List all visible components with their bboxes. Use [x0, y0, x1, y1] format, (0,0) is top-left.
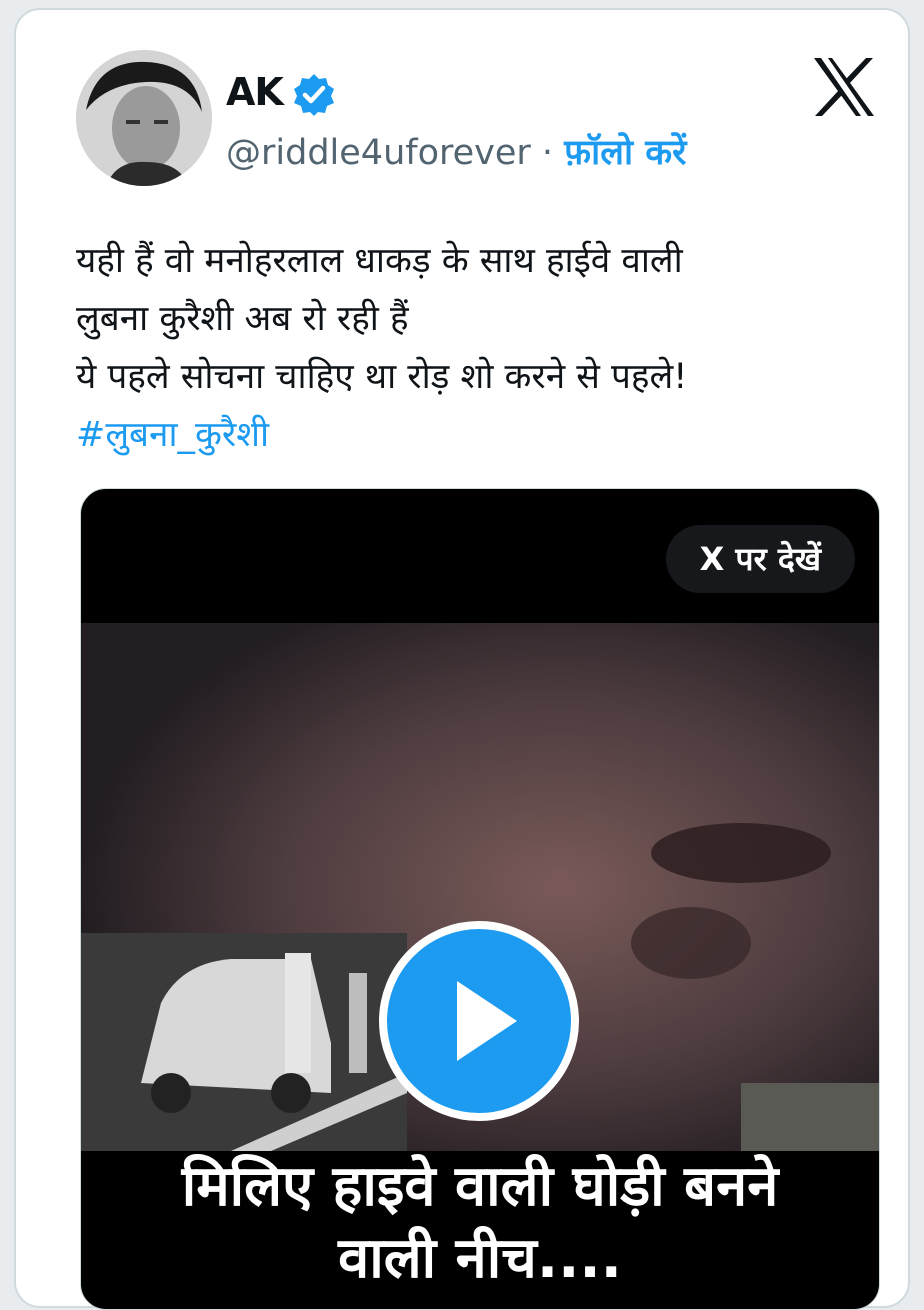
- avatar-photo: [76, 50, 212, 186]
- separator-dot: ·: [530, 133, 565, 173]
- tweet-text-line: ये पहले सोचना चाहिए था रोड़ शो करने से प…: [76, 357, 688, 397]
- author-handle-row: @riddle4uforever · फ़ॉलो करें: [226, 128, 686, 175]
- tweet-text-line: यही हैं वो मनोहरलाल धाकड़ के साथ हाईवे व…: [76, 241, 683, 281]
- play-button[interactable]: [379, 921, 579, 1121]
- video-thumbnail[interactable]: [81, 623, 879, 1151]
- tweet-card: AK @riddle4uforever · फ़ॉलो करें यही हैं…: [14, 8, 910, 1310]
- tweet-text: यही हैं वो मनोहरलाल धाकड़ के साथ हाईवे व…: [76, 232, 876, 464]
- follow-button[interactable]: फ़ॉलो करें: [564, 133, 686, 173]
- author-name[interactable]: AK: [226, 70, 284, 114]
- verified-badge-icon: [294, 74, 334, 116]
- caption-line: मिलिए हाइवे वाली घोड़ी बनने: [181, 1154, 779, 1219]
- hashtag-link[interactable]: #लुबना_कुरैशी: [76, 406, 876, 464]
- video-media[interactable]: X पर देखें मिलिए हाइवे वाली घोड़ी बनने व…: [80, 488, 880, 1310]
- tweet-text-line: लुबना कुरैशी अब रो रही हैं: [76, 299, 409, 339]
- video-caption: मिलिए हाइवे वाली घोड़ी बनने वाली नीच....: [81, 1151, 879, 1295]
- x-logo-icon[interactable]: [812, 56, 876, 118]
- play-icon: [457, 981, 517, 1061]
- watch-on-x-button[interactable]: X पर देखें: [665, 525, 855, 593]
- author-avatar[interactable]: [76, 50, 212, 186]
- author-handle[interactable]: @riddle4uforever: [226, 133, 531, 173]
- caption-line: वाली नीच....: [338, 1226, 622, 1291]
